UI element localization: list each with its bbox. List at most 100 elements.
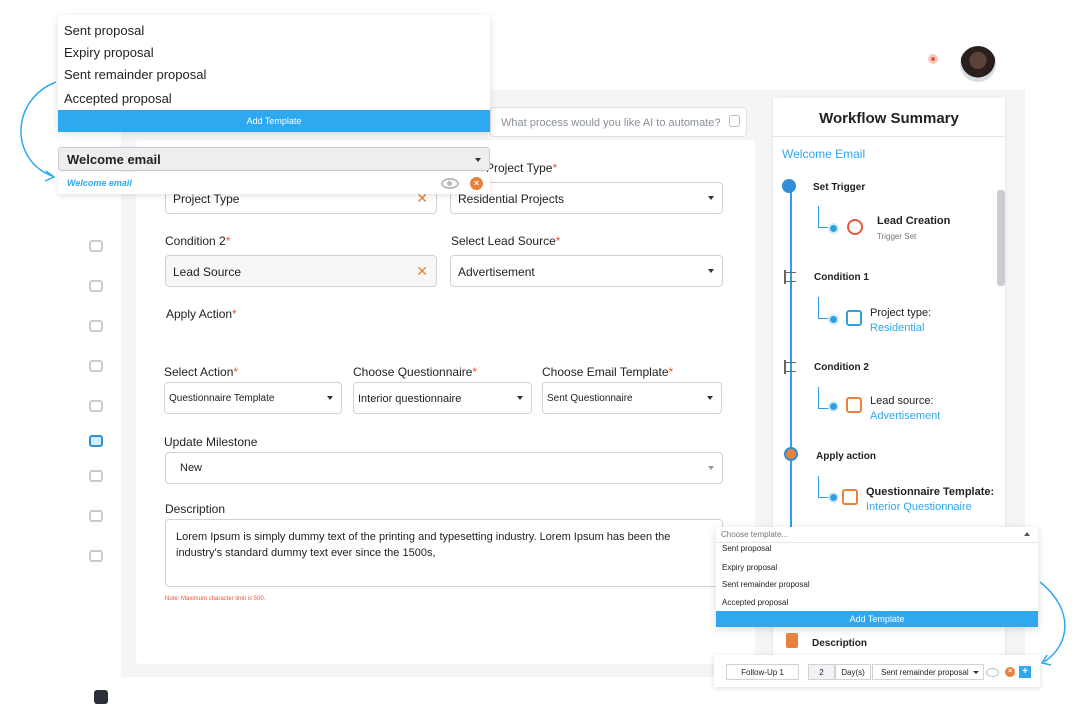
follow-up-days-input[interactable]: 2 (808, 664, 835, 680)
clipboard-check-icon (846, 310, 862, 326)
email-template-select[interactable]: Sent Questionnaire (542, 382, 722, 414)
condition1-title: Condition 1 (814, 272, 869, 283)
timeline-bracket (818, 297, 832, 319)
chevron-up-icon (1024, 532, 1030, 536)
set-trigger-title: Set Trigger (813, 182, 866, 193)
close-icon[interactable]: × (470, 177, 483, 190)
condition-icon (784, 360, 798, 374)
menu-item-sent-remainder-proposal[interactable]: Sent remainder proposal (64, 67, 206, 82)
summary-divider (773, 136, 1005, 137)
chevron-down-icon (708, 196, 714, 200)
lead-creation-icon (847, 219, 863, 235)
callout-arrow-right (1039, 581, 1066, 663)
apply-action-title: Apply action (816, 451, 877, 462)
summary-scrollbar[interactable] (997, 190, 1005, 286)
follow-up-name[interactable]: Follow-Up 1 (726, 664, 799, 680)
cond2-value: Advertisement (870, 410, 941, 422)
select-action-select[interactable]: Questionnaire Template (164, 382, 342, 414)
chevron-down-icon (708, 466, 714, 470)
avatar[interactable] (960, 46, 996, 82)
description-label: Description (165, 502, 226, 516)
summary-description-title: Description (812, 638, 868, 649)
notification-icon[interactable] (928, 54, 938, 64)
menu-item-sent-proposal[interactable]: Sent proposal (722, 544, 771, 553)
chevron-down-icon (475, 158, 481, 162)
users-icon[interactable] (89, 240, 103, 252)
email-template-label: Choose Email Template* (542, 365, 674, 379)
callout-arrow-left-head (44, 170, 56, 182)
chevron-down-icon (327, 396, 333, 400)
callout-arrow-right-head (1040, 654, 1052, 666)
trigger-sub: Trigger Set (877, 232, 917, 241)
ai-automate-input[interactable]: What process would you like AI to automa… (490, 107, 747, 137)
add-icon[interactable]: + (1019, 666, 1031, 678)
menu-item-expiry-proposal[interactable]: Expiry proposal (64, 45, 154, 60)
cond1-main: Project type: (870, 307, 932, 319)
lead-source-icon (846, 397, 862, 413)
apply-action-icon (784, 447, 798, 461)
summary-workflow-name: Welcome Email (782, 147, 866, 161)
timeline-dot (830, 494, 837, 501)
milestone-label: Update Milestone (164, 435, 258, 449)
description-textarea[interactable]: Lorem Ipsum is simply dummy text of the … (165, 519, 723, 587)
add-template-button[interactable]: Add Template (58, 110, 490, 132)
timeline-dot (830, 403, 837, 410)
chevron-down-icon (973, 671, 979, 674)
follow-up-days-unit: Day(s) (835, 664, 871, 680)
menu-item-expiry-proposal[interactable]: Expiry proposal (722, 563, 777, 572)
mail-icon[interactable] (89, 510, 103, 522)
eye-icon[interactable] (986, 668, 999, 677)
timeline-dot (830, 225, 837, 232)
condition2-title: Condition 2 (814, 362, 869, 373)
timeline-bracket (818, 206, 832, 228)
menu-item-sent-proposal[interactable]: Sent proposal (64, 23, 144, 38)
clear-icon[interactable]: ✕ (416, 263, 428, 280)
message-icon[interactable] (89, 400, 103, 412)
calendar-icon[interactable] (89, 470, 103, 482)
questionnaire-select[interactable]: Interior questionnaire (353, 382, 532, 414)
eye-icon[interactable] (441, 178, 459, 189)
cond2-main: Lead source: (870, 395, 934, 407)
cond1-value: Residential (870, 322, 925, 334)
trigger-icon (782, 179, 796, 193)
condition2-label: Condition 2* (165, 234, 231, 248)
char-limit-note: Note: Maximum character limit is 500. (165, 596, 266, 602)
lead-source-select[interactable]: Advertisement (450, 255, 723, 287)
timeline-line (790, 188, 792, 528)
condition2-field[interactable]: Lead Source ✕ (165, 255, 437, 287)
document-icon[interactable] (89, 320, 103, 332)
menu-item-accepted-proposal[interactable]: Accepted proposal (722, 598, 788, 607)
condition-icon (784, 270, 798, 284)
collapse-icon[interactable] (94, 690, 108, 704)
follow-up-template-select[interactable]: Sent remainder proposal (872, 664, 984, 680)
action-value: Interior Questionnaire (866, 501, 972, 513)
action-main: Questionnaire Template: (866, 486, 995, 498)
settings-icon[interactable] (89, 550, 103, 562)
project-type-label: Project Type* (486, 161, 558, 175)
chevron-down-icon (707, 396, 713, 400)
close-icon[interactable]: × (1005, 667, 1015, 677)
template-dropdown-menu: Sent proposal Expiry proposal Sent remai… (58, 15, 490, 132)
add-template-button[interactable]: Add Template (716, 611, 1038, 627)
select-action-label: Select Action* (164, 365, 239, 379)
template-dropdown-menu-right: Choose template... Sent proposal Expiry … (716, 527, 1038, 627)
choose-template-select[interactable]: Choose template... (716, 527, 1038, 543)
chevron-down-icon (517, 396, 523, 400)
ai-icon[interactable] (729, 115, 740, 127)
lead-source-label: Select Lead Source* (451, 234, 561, 248)
welcome-email-option[interactable]: Welcome email (58, 172, 490, 194)
folder-icon[interactable] (89, 360, 103, 372)
welcome-email-select[interactable]: Welcome email (58, 147, 490, 171)
trigger-main: Lead Creation (877, 215, 951, 227)
workflow-icon[interactable] (89, 435, 103, 447)
menu-item-sent-remainder-proposal[interactable]: Sent remainder proposal (722, 580, 810, 589)
milestone-select[interactable]: New (165, 452, 723, 484)
questionnaire-label: Choose Questionnaire* (353, 365, 478, 379)
callout-arrow-left (20, 81, 57, 177)
chart-icon[interactable] (89, 280, 103, 292)
apply-action-label: Apply Action* (166, 307, 237, 321)
timeline-dot (830, 316, 837, 323)
description-icon (786, 633, 798, 648)
menu-item-accepted-proposal[interactable]: Accepted proposal (64, 91, 172, 106)
project-type-select[interactable]: Residential Projects (450, 182, 723, 214)
